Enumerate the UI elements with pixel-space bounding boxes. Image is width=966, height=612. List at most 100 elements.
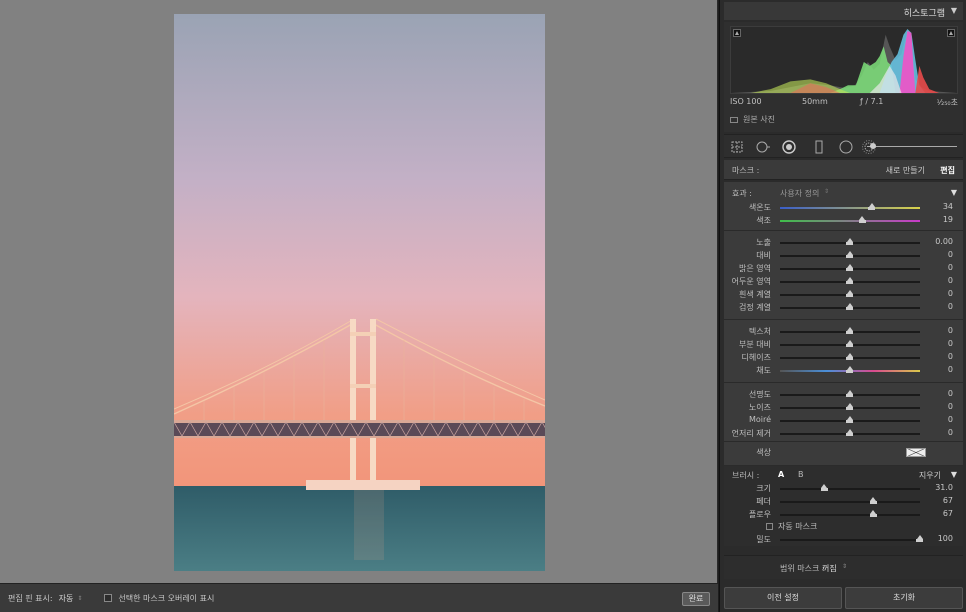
slider-value[interactable]: 34	[943, 202, 953, 211]
slider-value[interactable]: 0	[948, 263, 953, 272]
slider-knob[interactable]	[846, 403, 853, 410]
brush-collapse-icon[interactable]: ▼	[951, 470, 957, 479]
slider-label: 흰색 계열	[739, 290, 771, 299]
slider-label: 밀도	[756, 535, 771, 544]
range-mask-arrows-icon[interactable]: ⇕	[842, 563, 847, 570]
slider-knob[interactable]	[846, 429, 853, 436]
panel-footer: 이전 설정 초기화	[724, 587, 963, 609]
slider-knob[interactable]	[846, 327, 853, 334]
brush-tab-a[interactable]: A	[778, 470, 784, 479]
slider-value[interactable]: 31.0	[935, 483, 953, 492]
done-button[interactable]: 완료	[682, 592, 710, 606]
collapse-triangle-icon[interactable]: ▼	[951, 6, 957, 15]
slider-label: 어두운 영역	[731, 277, 771, 286]
slider-track[interactable]	[780, 207, 920, 209]
slider-label: 밝은 영역	[739, 264, 771, 273]
brush-tab-b[interactable]: B	[798, 470, 804, 479]
mask-edit-button[interactable]: 편집	[940, 165, 955, 176]
mask-overlay-checkbox[interactable]	[104, 594, 113, 602]
slider-value[interactable]: 0	[948, 415, 953, 424]
slider-knob[interactable]	[846, 353, 853, 360]
histogram-graph[interactable]	[730, 26, 958, 94]
slider-row: 페더 67	[724, 495, 963, 508]
slider-label: Moiré	[748, 415, 771, 424]
slider-knob[interactable]	[869, 510, 877, 517]
spot-removal-icon[interactable]	[756, 140, 770, 154]
mask-new-button[interactable]: 새로 만들기	[886, 165, 925, 176]
slider-value[interactable]: 0	[948, 428, 953, 437]
slider-knob[interactable]	[916, 535, 923, 542]
edit-pin-dropdown[interactable]: 자동	[59, 593, 74, 604]
slider-row: 선명도 0	[724, 388, 963, 401]
original-photo-icon[interactable]	[730, 116, 738, 123]
slider-label: 대비	[756, 251, 771, 260]
histogram-header[interactable]: 히스토그램 ▼	[724, 2, 963, 20]
slider-value[interactable]: 0	[948, 365, 953, 374]
slider-track[interactable]	[780, 220, 920, 222]
preset-arrows-icon[interactable]: ⇕	[824, 188, 829, 195]
slider-value[interactable]: 67	[943, 496, 953, 505]
slider-value[interactable]: 0	[948, 289, 953, 298]
auto-mask-checkbox[interactable]	[766, 523, 773, 530]
slider-knob[interactable]	[868, 203, 876, 210]
slider-value[interactable]: 0	[948, 389, 953, 398]
slider-track[interactable]	[780, 501, 920, 503]
photo[interactable]	[174, 14, 545, 571]
slider-knob[interactable]	[846, 390, 853, 397]
auto-mask-row[interactable]: 자동 마스크	[724, 520, 963, 533]
tool-amount-track[interactable]	[867, 146, 957, 147]
slider-knob[interactable]	[846, 303, 853, 310]
histogram-title: 히스토그램	[903, 9, 945, 19]
slider-value[interactable]: 0	[948, 352, 953, 361]
slider-row: 흰색 계열 0	[724, 288, 963, 301]
slider-knob[interactable]	[858, 216, 866, 223]
slider-row: 색조 19	[724, 214, 963, 227]
reset-button[interactable]: 초기화	[845, 587, 963, 609]
tool-amount-knob[interactable]	[870, 143, 876, 149]
slider-value[interactable]: 0	[948, 326, 953, 335]
slider-knob[interactable]	[846, 264, 853, 271]
graduated-filter-icon[interactable]	[812, 140, 826, 154]
auto-mask-label: 자동 마스크	[778, 522, 818, 531]
slider-label: 크기	[756, 484, 771, 493]
slider-value[interactable]: 0	[948, 276, 953, 285]
slider-track[interactable]	[780, 488, 920, 490]
slider-knob[interactable]	[846, 366, 853, 373]
range-mask-dropdown[interactable]: 꺼짐	[822, 563, 837, 574]
slider-knob[interactable]	[846, 290, 853, 297]
slider-value[interactable]: 100	[938, 534, 953, 543]
updown-arrows-icon[interactable]: ⇕	[77, 595, 82, 602]
slider-value[interactable]: 0	[948, 402, 953, 411]
slider-knob[interactable]	[846, 277, 853, 284]
slider-row: 노출 0.00	[724, 236, 963, 249]
photo-canvas[interactable]	[0, 0, 718, 583]
effects-preset-dropdown[interactable]: 사용자 정의	[780, 188, 819, 199]
slider-label: 텍스처	[748, 327, 771, 336]
brush-erase-button[interactable]: 지우기	[919, 470, 941, 481]
slider-value[interactable]: 0	[948, 250, 953, 259]
effects-collapse-icon[interactable]: ▼	[951, 188, 957, 197]
slider-value[interactable]: 0	[948, 302, 953, 311]
slider-value[interactable]: 0	[948, 339, 953, 348]
slider-value[interactable]: 0.00	[935, 237, 953, 246]
original-photo-row[interactable]: 원본 사진	[730, 114, 775, 125]
slider-value[interactable]: 19	[943, 215, 953, 224]
slider-knob[interactable]	[846, 251, 853, 258]
slider-knob[interactable]	[846, 238, 853, 245]
radial-filter-icon[interactable]	[782, 140, 796, 154]
slider-knob[interactable]	[846, 416, 853, 423]
slider-value[interactable]: 67	[943, 509, 953, 518]
slider-knob[interactable]	[820, 484, 828, 491]
shadow-clipping-icon[interactable]	[733, 29, 741, 37]
slider-knob[interactable]	[846, 340, 853, 347]
slider-track[interactable]	[780, 539, 920, 541]
highlight-clipping-icon[interactable]	[947, 29, 955, 37]
slider-row: 부분 대비 0	[724, 338, 963, 351]
slider-track[interactable]	[780, 514, 920, 516]
previous-settings-button[interactable]: 이전 설정	[724, 587, 842, 609]
slider-knob[interactable]	[869, 497, 877, 504]
adjustment-brush-icon[interactable]	[839, 140, 853, 154]
color-swatch-icon[interactable]	[906, 448, 926, 457]
slider-row: 밀도 100	[724, 533, 963, 546]
crop-grid-icon[interactable]	[730, 140, 744, 154]
